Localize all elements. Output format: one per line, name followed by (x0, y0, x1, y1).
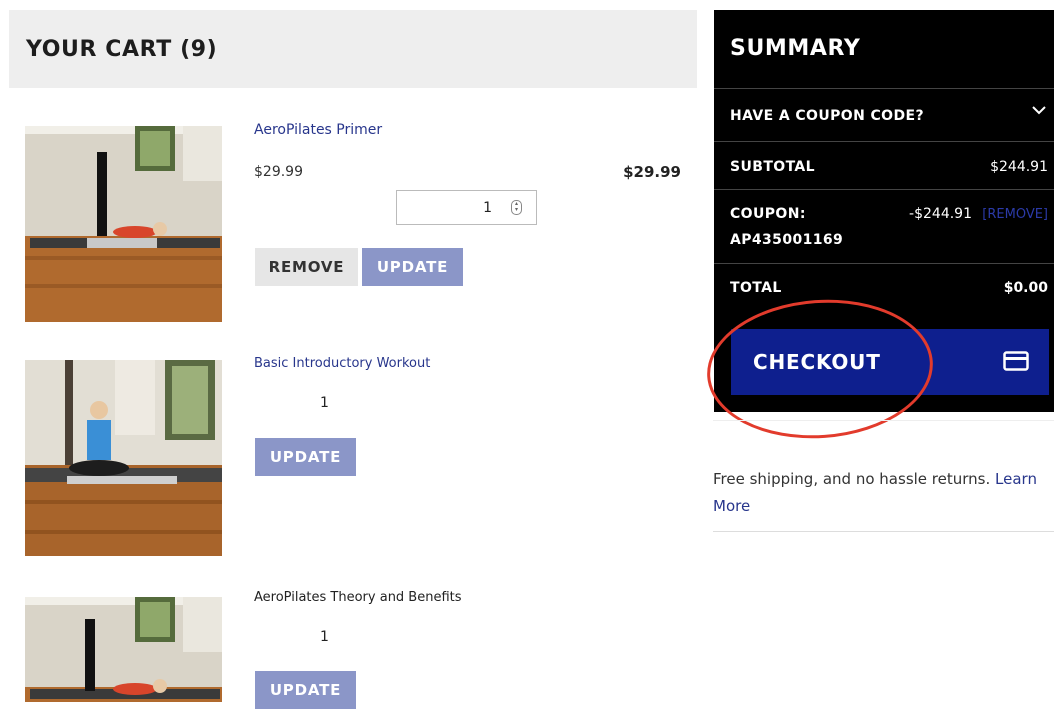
quantity-stepper-icon[interactable]: ▴ ▾ (511, 200, 522, 215)
checkout-button[interactable]: CHECKOUT (731, 329, 1049, 395)
divider (713, 531, 1054, 532)
cart-header: YOUR CART (9) (9, 10, 697, 88)
subtotal-row: SUBTOTAL $244.91 (714, 141, 1054, 189)
product-thumbnail[interactable] (25, 126, 222, 322)
product-image (25, 597, 222, 702)
quantity-value: 1 (320, 395, 329, 411)
quantity-value: 1 (320, 629, 329, 645)
quantity-input[interactable]: 1 ▴ ▾ (396, 190, 537, 225)
cart-title: YOUR CART (9) (26, 36, 218, 62)
product-thumbnail[interactable] (25, 360, 222, 556)
quantity-value: 1 (483, 200, 492, 216)
coupon-code: AP435001169 (730, 232, 844, 248)
unit-price: $29.99 (254, 164, 303, 180)
summary-title: SUMMARY (730, 36, 861, 61)
chevron-down-icon[interactable] (1032, 105, 1046, 115)
shipping-text: Free shipping, and no hassle returns. (713, 470, 991, 488)
coupon-row: COUPON: AP435001169 -$244.91 [REMOVE] (714, 189, 1054, 263)
coupon-discount-value: -$244.91 (909, 206, 972, 222)
product-name-link[interactable]: AeroPilates Primer (254, 122, 382, 138)
subtotal-label: SUBTOTAL (730, 159, 815, 175)
coupon-remove-link[interactable]: [REMOVE] (982, 207, 1048, 222)
remove-button[interactable]: REMOVE (255, 248, 358, 286)
checkout-label: CHECKOUT (753, 350, 881, 374)
total-label: TOTAL (730, 280, 782, 296)
coupon-toggle-label: HAVE A COUPON CODE? (730, 108, 924, 124)
update-button[interactable]: UPDATE (362, 248, 463, 286)
line-total: $29.99 (623, 163, 681, 181)
coupon-label: COUPON: (730, 206, 806, 222)
order-summary-panel: SUMMARY HAVE A COUPON CODE? SUBTOTAL $24… (714, 10, 1054, 412)
shipping-note: Free shipping, and no hassle returns. Le… (713, 466, 1043, 520)
coupon-toggle[interactable]: HAVE A COUPON CODE? (714, 88, 1054, 141)
product-name-link[interactable]: Basic Introductory Workout (254, 356, 430, 371)
cart-panel: YOUR CART (9) AeroPilates Primer $29.99 (9, 10, 697, 709)
subtotal-value: $244.91 (990, 159, 1048, 175)
divider (713, 420, 1054, 421)
update-button[interactable]: UPDATE (255, 671, 356, 709)
product-image (25, 126, 222, 322)
total-value: $0.00 (1003, 280, 1048, 296)
credit-card-icon (1003, 351, 1029, 371)
update-button[interactable]: UPDATE (255, 438, 356, 476)
total-row: TOTAL $0.00 (714, 263, 1054, 311)
product-name: AeroPilates Theory and Benefits (254, 590, 462, 605)
product-image (25, 360, 222, 556)
product-thumbnail[interactable] (25, 597, 222, 702)
